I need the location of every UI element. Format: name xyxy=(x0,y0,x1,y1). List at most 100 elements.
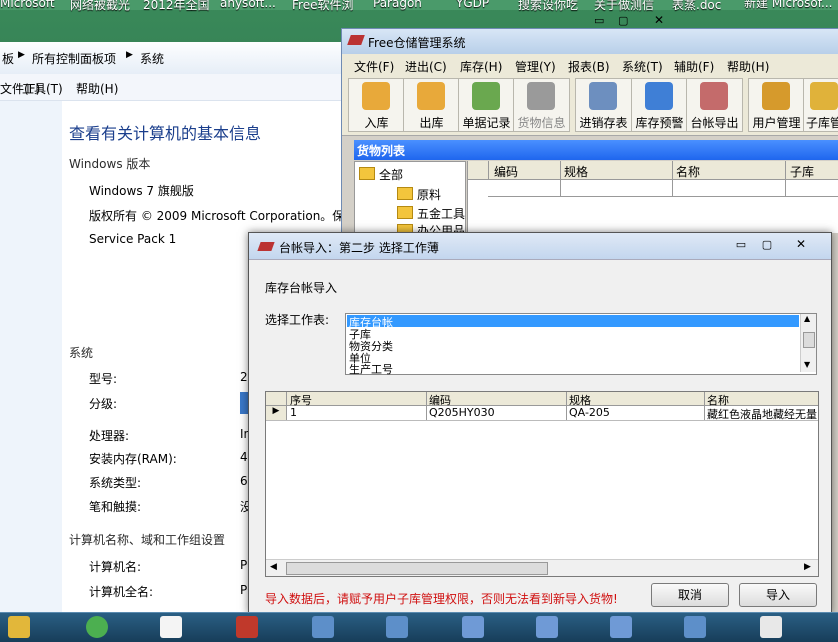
grid-cell: 藏红色液晶地藏经无量 xyxy=(707,408,817,421)
tree-item[interactable]: 五金工具 xyxy=(417,205,465,222)
row-label: 型号: xyxy=(89,372,118,386)
close-icon[interactable]: ✕ xyxy=(789,237,813,253)
current-row-arrow-icon: ▶ xyxy=(266,406,287,420)
sheet-option[interactable]: 生产工号 xyxy=(349,361,393,377)
toolbar-label: 子库管 xyxy=(805,116,838,130)
grid-cell: Q205HY030 xyxy=(429,406,495,419)
app-menu-stock[interactable]: 库存(H) xyxy=(460,58,502,75)
scroll-left-icon[interactable]: ◀ xyxy=(270,562,277,572)
listbox-scrollbar[interactable]: ▲ ▼ xyxy=(800,314,816,372)
minimize-icon[interactable]: ▭ xyxy=(731,238,751,252)
import-button[interactable]: 导入 xyxy=(739,583,817,607)
desktop-icon-label[interactable]: anysoft... xyxy=(220,0,276,10)
warehouse-app-taskbar-icon[interactable] xyxy=(236,616,258,638)
app-shortcut-icon[interactable] xyxy=(86,616,108,638)
copyright-text: 版权所有 © 2009 Microsoft Corporation。保 xyxy=(89,209,345,223)
toolbar-report-table-button[interactable]: 进销存表 xyxy=(575,78,632,132)
toolbar-stock-alert-button[interactable]: 库存预警 xyxy=(631,78,688,132)
app-menu-file[interactable]: 文件(F) xyxy=(354,58,394,75)
toolbar-outbound-button[interactable]: 出库 xyxy=(403,78,460,132)
desktop-icon-label[interactable]: YGDP xyxy=(456,0,489,10)
taskbar xyxy=(0,612,838,642)
user-manage-icon xyxy=(762,82,790,110)
scroll-down-icon[interactable]: ▼ xyxy=(804,360,810,369)
row-label: 系统类型: xyxy=(89,476,142,490)
word-doc-icon[interactable] xyxy=(610,616,632,638)
toolbar-user-manage-button[interactable]: 用户管理 xyxy=(748,78,805,132)
column-header[interactable]: 规格 xyxy=(564,163,588,180)
document-icon[interactable] xyxy=(160,616,182,638)
desktop-icon-label[interactable]: 2012年全国 xyxy=(143,0,210,13)
grid-horizontal-scrollbar[interactable]: ◀ ▶ xyxy=(266,559,818,576)
app-menu-report[interactable]: 报表(B) xyxy=(568,58,610,75)
sheet-listbox[interactable]: 库存台帐 子库 物资分类 单位 生产工号 ▲ ▼ xyxy=(345,313,817,377)
breadcrumb-item[interactable]: 所有控制面板项 xyxy=(32,50,116,67)
shortcut-icon[interactable] xyxy=(684,616,706,638)
maximize-icon[interactable]: ▢ xyxy=(757,238,777,252)
tree-item[interactable]: 全部 xyxy=(379,166,403,183)
shortcut-icon[interactable] xyxy=(386,616,408,638)
grid-cell: 1 xyxy=(290,406,297,419)
document-icon[interactable] xyxy=(760,616,782,638)
row-selector-header xyxy=(468,161,489,179)
desktop-icon-label[interactable]: Paragon xyxy=(373,0,422,10)
app-menu-system[interactable]: 系统(T) xyxy=(622,58,663,75)
grid-header: 序号 编码 规格 名称 xyxy=(266,392,818,420)
goods-table-row[interactable] xyxy=(488,179,838,197)
folder-icon xyxy=(397,206,413,219)
toolbar-label: 库存预警 xyxy=(635,116,684,130)
scroll-right-icon[interactable]: ▶ xyxy=(804,562,811,572)
explorer-folder-icon[interactable] xyxy=(8,616,30,638)
report-table-icon xyxy=(589,82,617,110)
grid-row[interactable]: ▶ 1 Q205HY030 QA-205 藏红色液晶地藏经无量 xyxy=(266,406,818,421)
import-warning-text: 导入数据后，请赋予用户子库管理权限，否则无法看到新导入货物! xyxy=(265,592,618,606)
goods-list-header: 货物列表 xyxy=(354,140,838,160)
toolbar-label: 用户管理 xyxy=(752,116,801,130)
selected-row-highlight xyxy=(347,315,799,327)
word-doc-icon[interactable] xyxy=(462,616,484,638)
cancel-button[interactable]: 取消 xyxy=(651,583,729,607)
row-label: 计算机全名: xyxy=(89,585,154,599)
desktop-icon-label[interactable]: 网络被截光 xyxy=(70,0,130,13)
shortcut-icon[interactable] xyxy=(312,616,334,638)
column-header[interactable]: 编码 xyxy=(494,163,518,180)
desktop-icon-label[interactable]: 新建 Microsof... xyxy=(744,0,838,10)
toolbar-ledger-export-button[interactable]: 台帐导出 xyxy=(686,78,743,132)
app-menu-manage[interactable]: 管理(Y) xyxy=(515,58,556,75)
menu-tools[interactable]: 工具(T) xyxy=(22,80,63,97)
section-system: 系统 xyxy=(69,346,94,360)
breadcrumb-item[interactable]: 系统 xyxy=(140,50,164,67)
toolbar-sublib-button[interactable]: 子库管 xyxy=(803,78,838,132)
app-menu-aux[interactable]: 辅助(F) xyxy=(674,58,714,75)
toolbar-inbound-button[interactable]: 入库 xyxy=(348,78,405,132)
toolbar-label: 台帐导出 xyxy=(690,116,739,130)
goods-table: 编码 规格 名称 子库 xyxy=(467,161,838,233)
breadcrumb-item[interactable]: 板 xyxy=(2,50,14,67)
scroll-thumb[interactable] xyxy=(286,562,548,575)
app-menu-inout[interactable]: 进出(C) xyxy=(405,58,447,75)
column-header[interactable]: 子库 xyxy=(790,163,814,180)
desktop-icon-label[interactable]: 搜索设你吃 xyxy=(518,0,578,13)
desktop-icon-label[interactable]: Microsoft xyxy=(0,0,55,10)
app-logo-icon xyxy=(257,242,275,251)
scroll-up-icon[interactable]: ▲ xyxy=(804,314,810,323)
toolbar-records-button[interactable]: 单据记录 xyxy=(458,78,515,132)
scroll-thumb[interactable] xyxy=(803,332,815,348)
breadcrumb-separator-icon: ▶ xyxy=(126,50,133,60)
menu-help[interactable]: 帮助(H) xyxy=(76,80,118,97)
column-header[interactable]: 名称 xyxy=(676,163,700,180)
goods-table-header: 编码 规格 名称 子库 xyxy=(468,161,838,197)
goods-list-title: 货物列表 xyxy=(357,144,406,158)
tree-item[interactable]: 原料 xyxy=(417,186,441,203)
row-label: 安装内存(RAM): xyxy=(89,452,177,466)
row-label: 笔和触摸: xyxy=(89,500,142,514)
word-doc-icon[interactable] xyxy=(536,616,558,638)
app-title: Free仓储管理系统 xyxy=(368,36,466,50)
folder-icon xyxy=(359,167,375,180)
app-menu-help[interactable]: 帮助(H) xyxy=(727,58,769,75)
desktop-icon-label[interactable]: Free软件浏 xyxy=(292,0,353,13)
minimize-icon[interactable]: ▭ xyxy=(594,14,604,27)
maximize-icon[interactable]: ▢ xyxy=(618,14,628,27)
toolbar-goods-info-button[interactable]: 货物信息 xyxy=(513,78,570,132)
close-icon[interactable]: ✕ xyxy=(654,13,664,27)
